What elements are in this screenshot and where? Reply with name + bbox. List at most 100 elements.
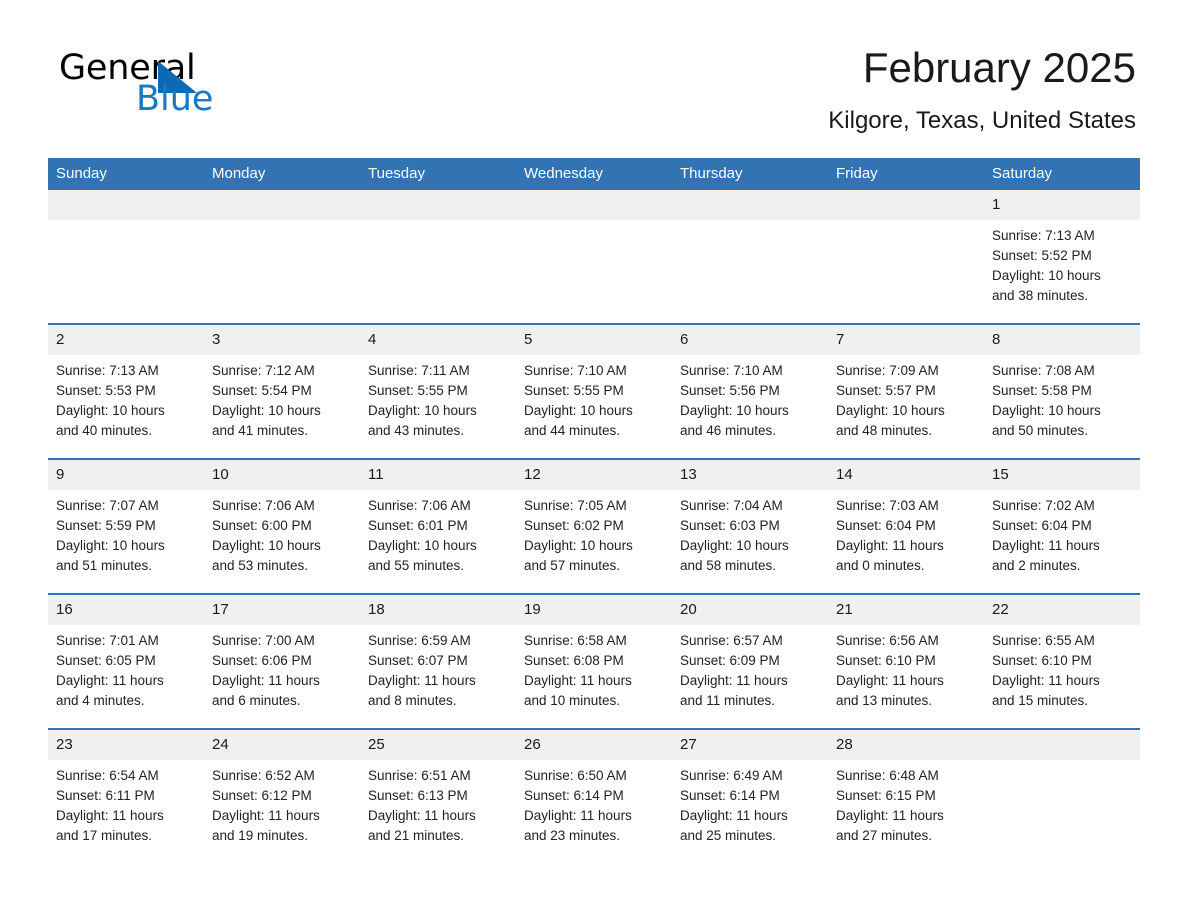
daylight-duration-line1: Daylight: 10 hours bbox=[212, 403, 321, 418]
calendar-day-cell[interactable]: 24 Sunrise: 6:52 AM Sunset: 6:12 PM Dayligh… bbox=[204, 728, 360, 863]
day-info: Sunrise: 6:59 AM Sunset: 6:07 PM Daylight:… bbox=[360, 625, 516, 711]
calendar-day-cell[interactable]: 25 Sunrise: 6:51 AM Sunset: 6:13 PM Dayligh… bbox=[360, 728, 516, 863]
sunset-time: Sunset: 6:13 PM bbox=[368, 788, 468, 803]
day-info: Sunrise: 7:04 AM Sunset: 6:03 PM Daylight:… bbox=[672, 490, 828, 576]
sunrise-time: Sunrise: 6:54 AM bbox=[56, 768, 159, 783]
calendar-day-cell[interactable]: 27 Sunrise: 6:49 AM Sunset: 6:14 PM Dayligh… bbox=[672, 728, 828, 863]
daylight-duration-line2: and 27 minutes. bbox=[836, 828, 933, 843]
weekday-header-sunday: Sunday bbox=[48, 158, 204, 190]
calendar-day-cell[interactable]: 13 Sunrise: 7:04 AM Sunset: 6:03 PM Dayligh… bbox=[672, 458, 828, 594]
daylight-duration-line2: and 2 minutes. bbox=[992, 558, 1081, 573]
sunset-time: Sunset: 5:55 PM bbox=[368, 383, 468, 398]
day-cell-inner: 14 Sunrise: 7:03 AM Sunset: 6:04 PM Dayligh… bbox=[828, 460, 984, 593]
daylight-duration-line2: and 40 minutes. bbox=[56, 423, 153, 438]
calendar-day-cell[interactable]: 9 Sunrise: 7:07 AM Sunset: 5:59 PM Daylight… bbox=[48, 458, 204, 594]
calendar-day-cell[interactable]: 14 Sunrise: 7:03 AM Sunset: 6:04 PM Dayligh… bbox=[828, 458, 984, 594]
calendar-day-cell[interactable]: 16 Sunrise: 7:01 AM Sunset: 6:05 PM Dayligh… bbox=[48, 593, 204, 729]
calendar-day-cell[interactable]: 12 Sunrise: 7:05 AM Sunset: 6:02 PM Dayligh… bbox=[516, 458, 672, 594]
day-cell-inner bbox=[48, 190, 204, 323]
day-info: Sunrise: 7:13 AM Sunset: 5:52 PM Daylight:… bbox=[984, 220, 1140, 306]
calendar-day-cell[interactable]: 28 Sunrise: 6:48 AM Sunset: 6:15 PM Dayligh… bbox=[828, 728, 984, 863]
calendar-day-cell[interactable]: 4 Sunrise: 7:11 AM Sunset: 5:55 PM Daylight… bbox=[360, 323, 516, 459]
day-info: Sunrise: 6:55 AM Sunset: 6:10 PM Daylight:… bbox=[984, 625, 1140, 711]
sunrise-time: Sunrise: 7:01 AM bbox=[56, 633, 159, 648]
sunset-time: Sunset: 6:09 PM bbox=[680, 653, 780, 668]
day-number: 12 bbox=[516, 460, 672, 490]
calendar-day-cell[interactable]: 18 Sunrise: 6:59 AM Sunset: 6:07 PM Dayligh… bbox=[360, 593, 516, 729]
day-number: 15 bbox=[984, 460, 1140, 490]
day-info: Sunrise: 7:03 AM Sunset: 6:04 PM Daylight:… bbox=[828, 490, 984, 576]
location-subtitle: Kilgore, Texas, United States bbox=[828, 107, 1136, 134]
daylight-duration-line2: and 13 minutes. bbox=[836, 693, 933, 708]
sunset-time: Sunset: 6:03 PM bbox=[680, 518, 780, 533]
weekday-header-friday: Friday bbox=[828, 158, 984, 190]
sunset-time: Sunset: 6:04 PM bbox=[992, 518, 1092, 533]
sunrise-time: Sunrise: 7:04 AM bbox=[680, 498, 783, 513]
sunrise-time: Sunrise: 7:10 AM bbox=[680, 363, 783, 378]
calendar-day-cell[interactable]: 23 Sunrise: 6:54 AM Sunset: 6:11 PM Dayligh… bbox=[48, 728, 204, 863]
weekday-header-saturday: Saturday bbox=[984, 158, 1140, 190]
calendar-day-cell[interactable]: 22 Sunrise: 6:55 AM Sunset: 6:10 PM Dayligh… bbox=[984, 593, 1140, 729]
day-cell-inner: 6 Sunrise: 7:10 AM Sunset: 5:56 PM Daylight… bbox=[672, 325, 828, 458]
sunset-time: Sunset: 6:12 PM bbox=[212, 788, 312, 803]
calendar-day-cell[interactable]: 6 Sunrise: 7:10 AM Sunset: 5:56 PM Daylight… bbox=[672, 323, 828, 459]
calendar-day-cell[interactable]: 20 Sunrise: 6:57 AM Sunset: 6:09 PM Dayligh… bbox=[672, 593, 828, 729]
sunrise-time: Sunrise: 7:06 AM bbox=[212, 498, 315, 513]
sunset-time: Sunset: 6:02 PM bbox=[524, 518, 624, 533]
day-number bbox=[828, 190, 984, 220]
calendar-day-cell[interactable]: 15 Sunrise: 7:02 AM Sunset: 6:04 PM Dayligh… bbox=[984, 458, 1140, 594]
calendar-day-cell[interactable]: 1 Sunrise: 7:13 AM Sunset: 5:52 PM Daylight… bbox=[984, 190, 1140, 324]
daylight-duration-line2: and 51 minutes. bbox=[56, 558, 153, 573]
daylight-duration-line1: Daylight: 11 hours bbox=[368, 673, 476, 688]
day-cell-inner: 4 Sunrise: 7:11 AM Sunset: 5:55 PM Daylight… bbox=[360, 325, 516, 458]
daylight-duration-line1: Daylight: 10 hours bbox=[56, 538, 165, 553]
calendar-day-cell[interactable]: 7 Sunrise: 7:09 AM Sunset: 5:57 PM Daylight… bbox=[828, 323, 984, 459]
calendar-day-cell[interactable]: 26 Sunrise: 6:50 AM Sunset: 6:14 PM Dayligh… bbox=[516, 728, 672, 863]
calendar-day-cell[interactable]: 19 Sunrise: 6:58 AM Sunset: 6:08 PM Dayligh… bbox=[516, 593, 672, 729]
day-cell-inner: 25 Sunrise: 6:51 AM Sunset: 6:13 PM Dayligh… bbox=[360, 730, 516, 863]
daylight-duration-line1: Daylight: 11 hours bbox=[368, 808, 476, 823]
calendar-day-cell[interactable]: 11 Sunrise: 7:06 AM Sunset: 6:01 PM Dayligh… bbox=[360, 458, 516, 594]
daylight-duration-line2: and 55 minutes. bbox=[368, 558, 465, 573]
calendar-day-cell[interactable]: 2 Sunrise: 7:13 AM Sunset: 5:53 PM Daylight… bbox=[48, 323, 204, 459]
daylight-duration-line1: Daylight: 10 hours bbox=[368, 538, 477, 553]
day-info: Sunrise: 7:07 AM Sunset: 5:59 PM Daylight:… bbox=[48, 490, 204, 576]
daylight-duration-line1: Daylight: 11 hours bbox=[836, 673, 944, 688]
calendar-day-cell[interactable]: 17 Sunrise: 7:00 AM Sunset: 6:06 PM Dayligh… bbox=[204, 593, 360, 729]
day-info: Sunrise: 6:56 AM Sunset: 6:10 PM Daylight:… bbox=[828, 625, 984, 711]
day-info: Sunrise: 6:48 AM Sunset: 6:15 PM Daylight:… bbox=[828, 760, 984, 846]
daylight-duration-line1: Daylight: 11 hours bbox=[524, 808, 632, 823]
day-cell-inner: 1 Sunrise: 7:13 AM Sunset: 5:52 PM Daylight… bbox=[984, 190, 1140, 323]
day-number: 26 bbox=[516, 730, 672, 760]
sunset-time: Sunset: 6:10 PM bbox=[836, 653, 936, 668]
day-cell-inner: 21 Sunrise: 6:56 AM Sunset: 6:10 PM Dayligh… bbox=[828, 595, 984, 728]
day-info: Sunrise: 6:57 AM Sunset: 6:09 PM Daylight:… bbox=[672, 625, 828, 711]
day-info: Sunrise: 7:05 AM Sunset: 6:02 PM Daylight:… bbox=[516, 490, 672, 576]
calendar-day-cell[interactable]: 8 Sunrise: 7:08 AM Sunset: 5:58 PM Daylight… bbox=[984, 323, 1140, 459]
daylight-duration-line1: Daylight: 11 hours bbox=[524, 673, 632, 688]
daylight-duration-line1: Daylight: 10 hours bbox=[680, 403, 789, 418]
calendar-day-cell[interactable]: 21 Sunrise: 6:56 AM Sunset: 6:10 PM Dayligh… bbox=[828, 593, 984, 729]
sunrise-time: Sunrise: 6:50 AM bbox=[524, 768, 627, 783]
day-number bbox=[48, 190, 204, 220]
day-cell-inner: 7 Sunrise: 7:09 AM Sunset: 5:57 PM Daylight… bbox=[828, 325, 984, 458]
daylight-duration-line1: Daylight: 10 hours bbox=[836, 403, 945, 418]
calendar-day-cell[interactable]: 3 Sunrise: 7:12 AM Sunset: 5:54 PM Daylight… bbox=[204, 323, 360, 459]
day-number: 23 bbox=[48, 730, 204, 760]
daylight-duration-line2: and 38 minutes. bbox=[992, 288, 1089, 303]
sunset-time: Sunset: 6:08 PM bbox=[524, 653, 624, 668]
day-info: Sunrise: 6:51 AM Sunset: 6:13 PM Daylight:… bbox=[360, 760, 516, 846]
sunset-time: Sunset: 6:05 PM bbox=[56, 653, 156, 668]
general-blue-logo[interactable]: General Blue bbox=[59, 48, 359, 128]
day-info: Sunrise: 7:08 AM Sunset: 5:58 PM Daylight:… bbox=[984, 355, 1140, 441]
daylight-duration-line2: and 41 minutes. bbox=[212, 423, 309, 438]
calendar-day-cell[interactable]: 10 Sunrise: 7:06 AM Sunset: 6:00 PM Dayligh… bbox=[204, 458, 360, 594]
day-number: 10 bbox=[204, 460, 360, 490]
day-info: Sunrise: 7:00 AM Sunset: 6:06 PM Daylight:… bbox=[204, 625, 360, 711]
day-cell-inner: 3 Sunrise: 7:12 AM Sunset: 5:54 PM Daylight… bbox=[204, 325, 360, 458]
daylight-duration-line1: Daylight: 10 hours bbox=[524, 403, 633, 418]
daylight-duration-line1: Daylight: 10 hours bbox=[992, 268, 1101, 283]
day-number: 28 bbox=[828, 730, 984, 760]
day-number bbox=[672, 190, 828, 220]
calendar-day-cell[interactable]: 5 Sunrise: 7:10 AM Sunset: 5:55 PM Daylight… bbox=[516, 323, 672, 459]
